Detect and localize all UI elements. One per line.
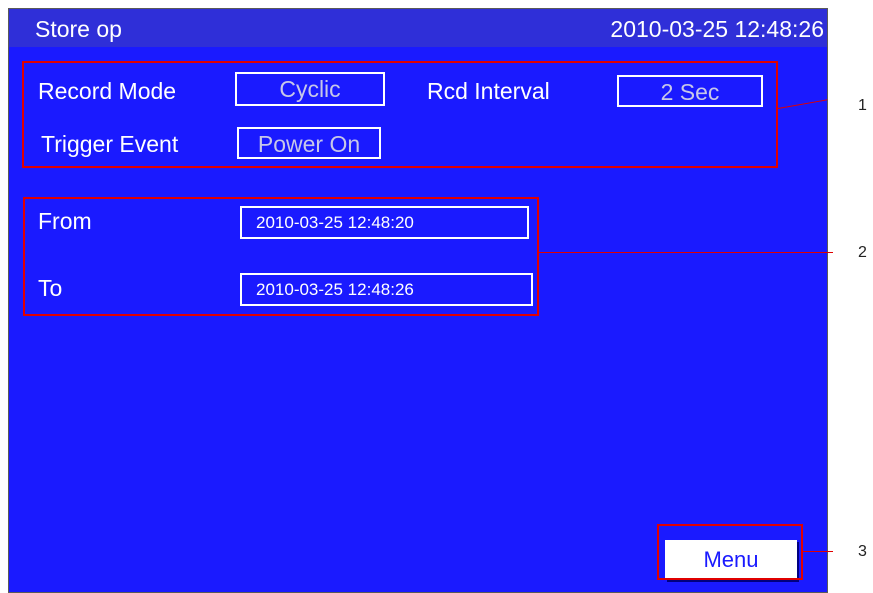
annotation-box-menu [657,524,803,580]
clock-datetime: 2010-03-25 12:48:26 [610,16,824,42]
title-bar: Store op 2010-03-25 12:48:26 [9,9,827,47]
callout-line-3 [803,551,833,552]
annotation-box-settings [22,61,778,168]
callout-number-3: 3 [858,543,867,560]
annotation-box-time-range [23,197,539,316]
callout-number-2: 2 [858,244,867,261]
callout-number-1: 1 [858,97,867,114]
callout-line-2 [539,252,833,253]
screen-title: Store op [35,16,122,42]
